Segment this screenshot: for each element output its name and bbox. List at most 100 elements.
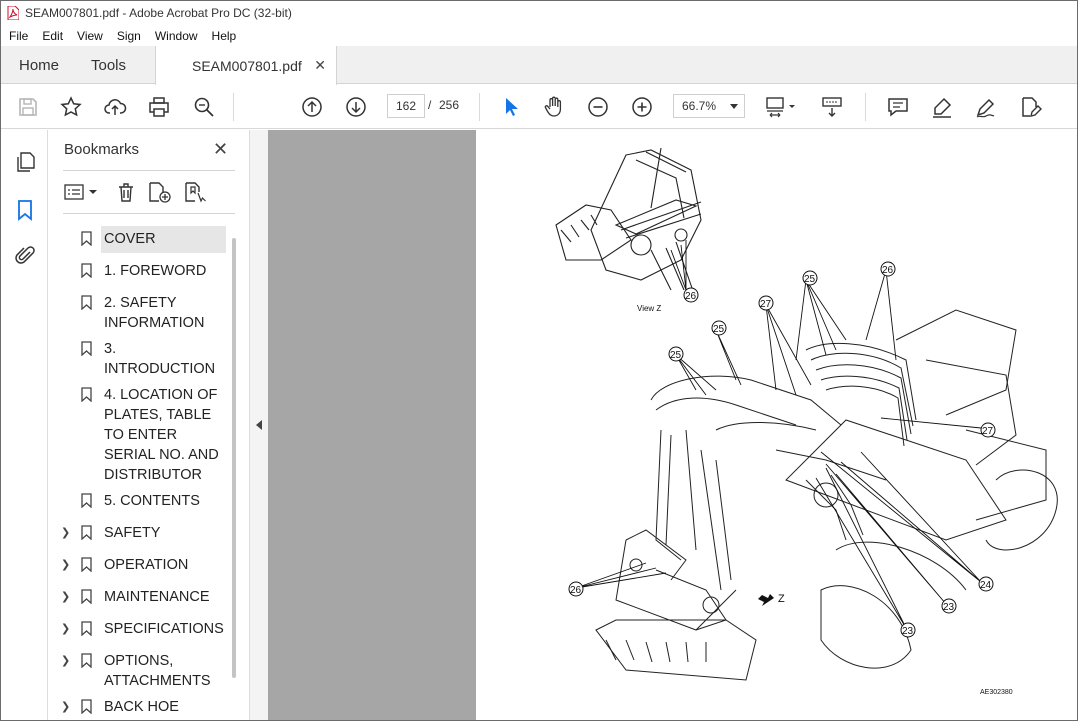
upload-cloud-icon[interactable]	[102, 94, 128, 120]
callout-label: 26	[882, 265, 894, 276]
bookmark-icon	[81, 263, 92, 278]
toolbar-separator	[233, 93, 234, 121]
sign-pen-icon[interactable]	[973, 94, 999, 120]
close-tab-icon[interactable]: ✕	[314, 57, 326, 74]
chevron-right-icon[interactable]: ❯	[61, 590, 70, 603]
chevron-right-icon[interactable]: ❯	[61, 558, 70, 571]
collapse-panel-icon[interactable]	[256, 420, 262, 430]
page-number-input[interactable]: 162	[387, 94, 425, 118]
callout-label: 23	[943, 602, 955, 613]
select-cursor-icon[interactable]	[498, 94, 524, 120]
panel-title: Bookmarks	[64, 141, 140, 158]
callout-label: 27	[982, 426, 994, 437]
bookmark-label: OPTIONS, ATTACHMENTS	[104, 653, 211, 689]
panel-divider	[63, 213, 235, 214]
callout-label: 25	[804, 274, 816, 285]
callout-leaders	[575, 240, 982, 629]
panel-divider	[63, 170, 235, 171]
acrobat-app-icon	[7, 6, 19, 20]
chevron-right-icon[interactable]: ❯	[61, 700, 70, 713]
new-bookmark-icon[interactable]	[147, 180, 173, 204]
bookmark-icon	[81, 341, 92, 356]
bookmark-icon	[81, 493, 92, 508]
close-panel-icon[interactable]: ✕	[213, 139, 228, 160]
bookmark-icon	[81, 589, 92, 604]
options-list-icon	[64, 184, 97, 200]
bookmark-icon	[81, 231, 92, 246]
chevron-right-icon[interactable]: ❯	[61, 622, 70, 635]
next-page-icon[interactable]	[343, 94, 369, 120]
pdf-page: View Z 26 25 26 27 25 25 27 24 23 23 26 …	[476, 130, 1077, 720]
page-separator: /	[428, 98, 432, 112]
bookmark-label: 4. LOCATION OF PLATES, TABLE TO ENTER SE…	[104, 387, 219, 483]
bookmark-icon	[81, 621, 92, 636]
star-icon[interactable]	[58, 94, 84, 120]
bookmark-icon	[81, 699, 92, 714]
panel-splitter[interactable]	[249, 130, 268, 720]
bookmark-icon	[81, 557, 92, 572]
highlight-pen-icon[interactable]	[929, 94, 955, 120]
bookmark-label: BACK HOE	[104, 699, 179, 715]
hand-tool-icon[interactable]	[541, 94, 567, 120]
bookmark-icon	[81, 653, 92, 668]
tab-home[interactable]: Home	[19, 46, 59, 84]
comment-icon[interactable]	[885, 94, 911, 120]
chevron-right-icon[interactable]: ❯	[61, 654, 70, 667]
callout-label: 24	[980, 580, 992, 591]
direction-label: Z	[778, 593, 785, 605]
zoom-in-icon[interactable]	[629, 94, 655, 120]
fit-page-icon[interactable]	[764, 94, 800, 120]
attachment-paperclip-icon[interactable]	[13, 244, 37, 268]
chevron-down-icon	[730, 104, 738, 109]
callout-label: 25	[670, 350, 682, 361]
page-thumbnails-icon[interactable]	[13, 150, 37, 174]
zoom-out-icon[interactable]	[585, 94, 611, 120]
document-viewport[interactable]: View Z 26 25 26 27 25 25 27 24 23 23 26 …	[268, 130, 1077, 720]
callout-label: 26	[570, 585, 582, 596]
find-bookmark-icon[interactable]	[183, 180, 209, 204]
bookmark-label: 5. CONTENTS	[104, 493, 200, 509]
menu-sign[interactable]: Sign	[109, 29, 147, 43]
callout-labels: 26 25 26 27 25 25 27 24 23 23 26	[568, 261, 996, 638]
view-z-sketch	[555, 147, 702, 291]
previous-page-icon[interactable]	[299, 94, 325, 120]
direction-arrow-icon	[758, 594, 774, 606]
bookmark-label: 3. INTRODUCTION	[104, 341, 216, 377]
bookmark-icon	[81, 387, 92, 402]
bookmark-options-button[interactable]	[64, 180, 100, 204]
bookmark-label: MAINTENANCE	[104, 589, 210, 605]
bookmark-label: SAFETY	[104, 525, 161, 541]
callout-label: 27	[760, 299, 772, 310]
bookmark-label: 1. FOREWORD	[104, 263, 207, 279]
bookmark-icon	[81, 295, 92, 310]
bookmarks-scrollbar[interactable]	[232, 238, 236, 678]
menu-view[interactable]: View	[69, 29, 109, 43]
bookmark-label: 2. SAFETY INFORMATION	[104, 295, 205, 331]
delete-bookmark-icon[interactable]	[115, 180, 137, 204]
view-label: View Z	[637, 304, 661, 313]
bookmark-label: SPECIFICATIONS	[104, 621, 224, 637]
bookmark-panel-icon[interactable]	[13, 198, 37, 222]
acrobat-window: SEAM007801.pdf - Adobe Acrobat Pro DC (3…	[0, 0, 1078, 721]
zoom-search-icon[interactable]	[191, 94, 217, 120]
menu-edit[interactable]: Edit	[34, 29, 69, 43]
chevron-right-icon[interactable]: ❯	[61, 526, 70, 539]
tab-document-label: SEAM007801.pdf	[192, 57, 302, 74]
edit-pdf-icon[interactable]	[1017, 94, 1043, 120]
tab-row: Home Tools SEAM007801.pdf ✕	[1, 46, 1077, 85]
print-icon[interactable]	[146, 94, 172, 120]
callout-label: 25	[713, 324, 725, 335]
scrolling-mode-icon[interactable]	[819, 94, 845, 120]
left-rail	[1, 130, 48, 720]
bookmark-icon	[81, 525, 92, 540]
tab-tools[interactable]: Tools	[91, 46, 126, 84]
menu-file[interactable]: File	[1, 29, 34, 43]
tab-document[interactable]: SEAM007801.pdf ✕	[155, 46, 337, 85]
menu-window[interactable]: Window	[147, 29, 204, 43]
toolbar: 162 / 256 66.7%	[1, 85, 1077, 129]
zoom-level-select[interactable]: 66.7%	[673, 94, 745, 118]
callout-label: 23	[902, 626, 914, 637]
save-icon[interactable]	[15, 94, 41, 120]
toolbar-separator	[479, 93, 480, 121]
menu-help[interactable]: Help	[204, 29, 243, 43]
